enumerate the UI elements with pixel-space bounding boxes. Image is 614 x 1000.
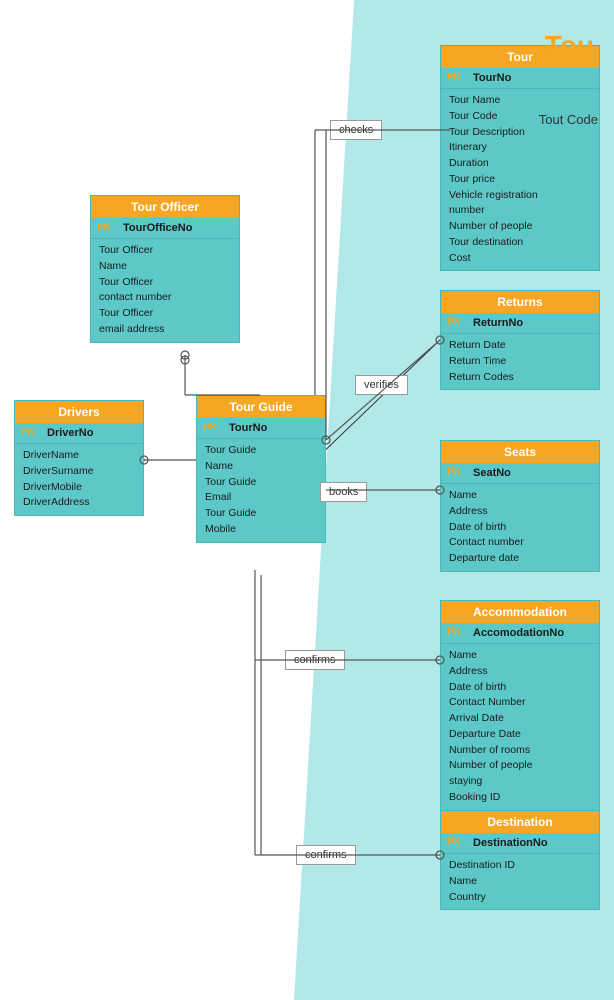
dest-attr-1: Destination ID: [449, 858, 591, 874]
tour-guide-pk-row: PK TourNo: [197, 418, 325, 439]
seats-attrs: Name Address Date of birth Contact numbe…: [441, 484, 599, 571]
tour-pk-value: TourNo: [473, 72, 511, 84]
tour-attr-7: Vehicle registration: [449, 188, 591, 204]
acc-attr-9: staying: [449, 774, 591, 790]
seats-attr-5: Departure date: [449, 551, 591, 567]
acc-attr-5: Arrival Date: [449, 711, 591, 727]
tg-attr-1: Tour Guide: [205, 443, 317, 459]
dest-attr-2: Name: [449, 874, 591, 890]
drv-attr-1: DriverName: [23, 448, 135, 464]
drivers-header: Drivers: [15, 401, 143, 423]
to-attr-3: Tour Officer: [99, 275, 231, 291]
returns-header: Returns: [441, 291, 599, 313]
tour-guide-entity: Tour Guide PK TourNo Tour Guide Name Tou…: [196, 395, 326, 543]
tour-attr-1: Tour Name: [449, 93, 591, 109]
tg-attr-2: Name: [205, 459, 317, 475]
acc-attr-3: Date of birth: [449, 680, 591, 696]
returns-attrs: Return Date Return Time Return Codes: [441, 334, 599, 389]
tour-attr-8: number: [449, 203, 591, 219]
seats-pk-value: SeatNo: [473, 467, 511, 479]
tour-guide-header: Tour Guide: [197, 396, 325, 418]
drivers-pk-row: PK DriverNo: [15, 423, 143, 444]
tour-attr-6: Tour price: [449, 172, 591, 188]
drv-attr-3: DriverMobile: [23, 480, 135, 496]
books-label: books: [320, 482, 367, 502]
seats-attr-4: Contact number: [449, 535, 591, 551]
checks-label: checks: [330, 120, 382, 140]
accommodation-attrs: Name Address Date of birth Contact Numbe…: [441, 644, 599, 810]
tour-guide-attrs: Tour Guide Name Tour Guide Email Tour Gu…: [197, 439, 325, 542]
drivers-pk-label: PK: [21, 427, 41, 438]
tour-officer-pk-value: TourOfficeNo: [123, 222, 192, 234]
tour-attr-4: Itinerary: [449, 140, 591, 156]
to-attr-1: Tour Officer: [99, 243, 231, 259]
to-attr-6: email address: [99, 322, 231, 338]
seats-pk-label: PK: [447, 467, 467, 478]
page-subtitle: Tout Code: [539, 112, 598, 127]
to-attr-5: Tour Officer: [99, 306, 231, 322]
tour-officer-header: Tour Officer: [91, 196, 239, 218]
seats-entity: Seats PK SeatNo Name Address Date of bir…: [440, 440, 600, 572]
destination-attrs: Destination ID Name Country: [441, 854, 599, 909]
drivers-attrs: DriverName DriverSurname DriverMobile Dr…: [15, 444, 143, 515]
seats-attr-1: Name: [449, 488, 591, 504]
page-title: Tou: [545, 30, 594, 62]
to-attr-2: Name: [99, 259, 231, 275]
returns-pk-value: ReturnNo: [473, 317, 523, 329]
verifies-label: verifies: [355, 375, 408, 395]
tg-attr-4: Email: [205, 490, 317, 506]
tour-pk-row: PK TourNo: [441, 68, 599, 89]
returns-attr-3: Return Codes: [449, 370, 591, 386]
tour-officer-entity: Tour Officer PK TourOfficeNo Tour Office…: [90, 195, 240, 343]
to-attr-4: contact number: [99, 290, 231, 306]
accommodation-pk-row: PK AccomodationNo: [441, 623, 599, 644]
tour-attr-5: Duration: [449, 156, 591, 172]
acc-attr-1: Name: [449, 648, 591, 664]
tour-guide-pk-value: TourNo: [229, 422, 267, 434]
tg-attr-3: Tour Guide: [205, 475, 317, 491]
dest-attr-3: Country: [449, 890, 591, 906]
destination-pk-value: DestinationNo: [473, 837, 548, 849]
returns-entity: Returns PK ReturnNo Return Date Return T…: [440, 290, 600, 390]
accommodation-pk-value: AccomodationNo: [473, 627, 564, 639]
confirms2-label: confirms: [296, 845, 356, 865]
drv-attr-4: DriverAddress: [23, 495, 135, 511]
tour-attr-10: Tour destination: [449, 235, 591, 251]
acc-attr-7: Number of rooms: [449, 743, 591, 759]
returns-pk-row: PK ReturnNo: [441, 313, 599, 334]
accommodation-entity: Accommodation PK AccomodationNo Name Add…: [440, 600, 600, 811]
destination-pk-row: PK DestinationNo: [441, 833, 599, 854]
tour-guide-pk-label: PK: [203, 422, 223, 433]
destination-header: Destination: [441, 811, 599, 833]
tour-officer-pk-label: PK: [97, 222, 117, 233]
tour-pk-label: PK: [447, 72, 467, 83]
tour-attr-9: Number of people: [449, 219, 591, 235]
seats-header: Seats: [441, 441, 599, 463]
drv-attr-2: DriverSurname: [23, 464, 135, 480]
drivers-pk-value: DriverNo: [47, 427, 93, 439]
accommodation-pk-label: PK: [447, 627, 467, 638]
acc-attr-4: Contact Number: [449, 695, 591, 711]
returns-attr-2: Return Time: [449, 354, 591, 370]
acc-attr-2: Address: [449, 664, 591, 680]
confirms1-label: confirms: [285, 650, 345, 670]
acc-attr-8: Number of people: [449, 758, 591, 774]
destination-entity: Destination PK DestinationNo Destination…: [440, 810, 600, 910]
tour-officer-pk-row: PK TourOfficeNo: [91, 218, 239, 239]
drivers-entity: Drivers PK DriverNo DriverName DriverSur…: [14, 400, 144, 516]
tg-attr-6: Mobile: [205, 522, 317, 538]
accommodation-header: Accommodation: [441, 601, 599, 623]
seats-attr-2: Address: [449, 504, 591, 520]
destination-pk-label: PK: [447, 837, 467, 848]
tg-attr-5: Tour Guide: [205, 506, 317, 522]
returns-attr-1: Return Date: [449, 338, 591, 354]
returns-pk-label: PK: [447, 317, 467, 328]
seats-pk-row: PK SeatNo: [441, 463, 599, 484]
seats-attr-3: Date of birth: [449, 520, 591, 536]
acc-attr-6: Departure Date: [449, 727, 591, 743]
tour-entity: Tour PK TourNo Tour Name Tour Code Tour …: [440, 45, 600, 271]
acc-attr-10: Booking ID: [449, 790, 591, 806]
tour-officer-attrs: Tour Officer Name Tour Officer contact n…: [91, 239, 239, 342]
tour-attr-11: Cost: [449, 251, 591, 267]
